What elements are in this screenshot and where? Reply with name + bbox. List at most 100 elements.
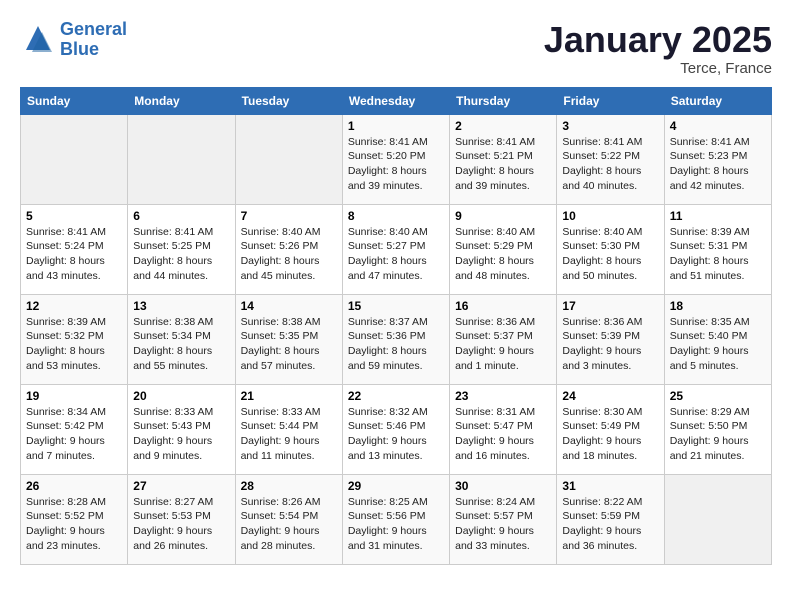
day-cell: 30 Sunrise: 8:24 AM Sunset: 5:57 PM Dayli… (450, 474, 557, 564)
day-cell: 5 Sunrise: 8:41 AM Sunset: 5:24 PM Daylig… (21, 204, 128, 294)
day-cell: 14 Sunrise: 8:38 AM Sunset: 5:35 PM Dayli… (235, 294, 342, 384)
week-row-3: 12Sunrise: 8:39 AM Sunset: 5:32 PM Dayli… (21, 294, 772, 384)
day-number: 23 (455, 389, 551, 403)
day-number: 14 (241, 299, 337, 313)
week-row-1: 1 Sunrise: 8:41 AM Sunset: 5:20 PM Daylig… (21, 114, 772, 204)
day-cell: 8 Sunrise: 8:40 AM Sunset: 5:27 PM Daylig… (342, 204, 449, 294)
day-cell: 6 Sunrise: 8:41 AM Sunset: 5:25 PM Daylig… (128, 204, 235, 294)
day-cell: 21 Sunrise: 8:33 AM Sunset: 5:44 PM Dayli… (235, 384, 342, 474)
day-number: 2 (455, 119, 551, 133)
day-info: Sunrise: 8:24 AM Sunset: 5:57 PM Dayligh… (455, 495, 551, 554)
day-info: Sunrise: 8:35 AM Sunset: 5:40 PM Dayligh… (670, 315, 766, 374)
day-cell: 11 Sunrise: 8:39 AM Sunset: 5:31 PM Dayli… (664, 204, 771, 294)
day-info: Sunrise: 8:38 AM Sunset: 5:35 PM Dayligh… (241, 315, 337, 374)
day-cell: 18 Sunrise: 8:35 AM Sunset: 5:40 PM Dayli… (664, 294, 771, 384)
logo-icon (20, 22, 56, 58)
day-cell: 1 Sunrise: 8:41 AM Sunset: 5:20 PM Daylig… (342, 114, 449, 204)
day-info: Sunrise: 8:36 AM Sunset: 5:39 PM Dayligh… (562, 315, 658, 374)
day-cell: 15 Sunrise: 8:37 AM Sunset: 5:36 PM Dayli… (342, 294, 449, 384)
day-info: Sunrise: 8:40 AM Sunset: 5:30 PM Dayligh… (562, 225, 658, 284)
day-number: 27 (133, 479, 229, 493)
day-number: 8 (348, 209, 444, 223)
day-header-wednesday: Wednesday (342, 87, 449, 114)
calendar-table: SundayMondayTuesdayWednesdayThursdayFrid… (20, 87, 772, 565)
day-cell: 22 Sunrise: 8:32 AM Sunset: 5:46 PM Dayli… (342, 384, 449, 474)
day-info: Sunrise: 8:41 AM Sunset: 5:22 PM Dayligh… (562, 135, 658, 194)
page-header: General Blue January 2025 Terce, France (20, 20, 772, 77)
day-info: Sunrise: 8:40 AM Sunset: 5:27 PM Dayligh… (348, 225, 444, 284)
day-header-saturday: Saturday (664, 87, 771, 114)
day-number: 26 (26, 479, 122, 493)
logo: General Blue (20, 20, 127, 60)
day-number: 10 (562, 209, 658, 223)
day-info: Sunrise: 8:32 AM Sunset: 5:46 PM Dayligh… (348, 405, 444, 464)
location: Terce, France (544, 60, 772, 77)
day-cell: 29Sunrise: 8:25 AM Sunset: 5:56 PM Dayli… (342, 474, 449, 564)
day-number: 13 (133, 299, 229, 313)
day-number: 30 (455, 479, 551, 493)
day-cell: 9 Sunrise: 8:40 AM Sunset: 5:29 PM Daylig… (450, 204, 557, 294)
day-number: 6 (133, 209, 229, 223)
day-info: Sunrise: 8:30 AM Sunset: 5:49 PM Dayligh… (562, 405, 658, 464)
day-cell: 3 Sunrise: 8:41 AM Sunset: 5:22 PM Daylig… (557, 114, 664, 204)
day-cell: 24 Sunrise: 8:30 AM Sunset: 5:49 PM Dayli… (557, 384, 664, 474)
logo-text: General Blue (60, 20, 127, 60)
day-cell: 23 Sunrise: 8:31 AM Sunset: 5:47 PM Dayli… (450, 384, 557, 474)
day-cell: 20 Sunrise: 8:33 AM Sunset: 5:43 PM Dayli… (128, 384, 235, 474)
day-number: 9 (455, 209, 551, 223)
day-info: Sunrise: 8:37 AM Sunset: 5:36 PM Dayligh… (348, 315, 444, 374)
day-number: 1 (348, 119, 444, 133)
day-number: 15 (348, 299, 444, 313)
day-info: Sunrise: 8:40 AM Sunset: 5:26 PM Dayligh… (241, 225, 337, 284)
day-header-tuesday: Tuesday (235, 87, 342, 114)
day-number: 4 (670, 119, 766, 133)
day-info: Sunrise: 8:33 AM Sunset: 5:44 PM Dayligh… (241, 405, 337, 464)
day-cell: 19 Sunrise: 8:34 AM Sunset: 5:42 PM Dayli… (21, 384, 128, 474)
day-info: Sunrise: 8:36 AM Sunset: 5:37 PM Dayligh… (455, 315, 551, 374)
day-number: 28 (241, 479, 337, 493)
day-info: Sunrise: 8:40 AM Sunset: 5:29 PM Dayligh… (455, 225, 551, 284)
day-number: 31 (562, 479, 658, 493)
day-number: 19 (26, 389, 122, 403)
day-number: 7 (241, 209, 337, 223)
day-info: Sunrise: 8:41 AM Sunset: 5:20 PM Dayligh… (348, 135, 444, 194)
day-info: Sunrise: 8:41 AM Sunset: 5:23 PM Dayligh… (670, 135, 766, 194)
day-info: Sunrise: 8:22 AM Sunset: 5:59 PM Dayligh… (562, 495, 658, 554)
day-info: Sunrise: 8:31 AM Sunset: 5:47 PM Dayligh… (455, 405, 551, 464)
day-cell: 2Sunrise: 8:41 AM Sunset: 5:21 PM Daylig… (450, 114, 557, 204)
week-row-4: 19 Sunrise: 8:34 AM Sunset: 5:42 PM Dayli… (21, 384, 772, 474)
day-cell: 13 Sunrise: 8:38 AM Sunset: 5:34 PM Dayli… (128, 294, 235, 384)
day-cell (664, 474, 771, 564)
day-info: Sunrise: 8:41 AM Sunset: 5:24 PM Dayligh… (26, 225, 122, 284)
day-number: 5 (26, 209, 122, 223)
day-header-thursday: Thursday (450, 87, 557, 114)
day-number: 29 (348, 479, 444, 493)
day-info: Sunrise: 8:39 AM Sunset: 5:32 PM Dayligh… (26, 315, 122, 374)
day-number: 21 (241, 389, 337, 403)
day-cell: 10 Sunrise: 8:40 AM Sunset: 5:30 PM Dayli… (557, 204, 664, 294)
day-info: Sunrise: 8:34 AM Sunset: 5:42 PM Dayligh… (26, 405, 122, 464)
day-cell: 7 Sunrise: 8:40 AM Sunset: 5:26 PM Daylig… (235, 204, 342, 294)
month-title: January 2025 (544, 20, 772, 60)
day-info: Sunrise: 8:38 AM Sunset: 5:34 PM Dayligh… (133, 315, 229, 374)
day-header-monday: Monday (128, 87, 235, 114)
day-number: 3 (562, 119, 658, 133)
day-number: 18 (670, 299, 766, 313)
day-cell: 16 Sunrise: 8:36 AM Sunset: 5:37 PM Dayli… (450, 294, 557, 384)
day-header-friday: Friday (557, 87, 664, 114)
day-cell: 17Sunrise: 8:36 AM Sunset: 5:39 PM Dayli… (557, 294, 664, 384)
day-number: 24 (562, 389, 658, 403)
day-cell (128, 114, 235, 204)
day-number: 20 (133, 389, 229, 403)
day-number: 16 (455, 299, 551, 313)
day-info: Sunrise: 8:39 AM Sunset: 5:31 PM Dayligh… (670, 225, 766, 284)
day-number: 11 (670, 209, 766, 223)
day-info: Sunrise: 8:41 AM Sunset: 5:25 PM Dayligh… (133, 225, 229, 284)
day-info: Sunrise: 8:33 AM Sunset: 5:43 PM Dayligh… (133, 405, 229, 464)
header-row: SundayMondayTuesdayWednesdayThursdayFrid… (21, 87, 772, 114)
day-cell: 4 Sunrise: 8:41 AM Sunset: 5:23 PM Daylig… (664, 114, 771, 204)
day-cell: 12Sunrise: 8:39 AM Sunset: 5:32 PM Dayli… (21, 294, 128, 384)
day-info: Sunrise: 8:28 AM Sunset: 5:52 PM Dayligh… (26, 495, 122, 554)
day-info: Sunrise: 8:27 AM Sunset: 5:53 PM Dayligh… (133, 495, 229, 554)
day-number: 22 (348, 389, 444, 403)
